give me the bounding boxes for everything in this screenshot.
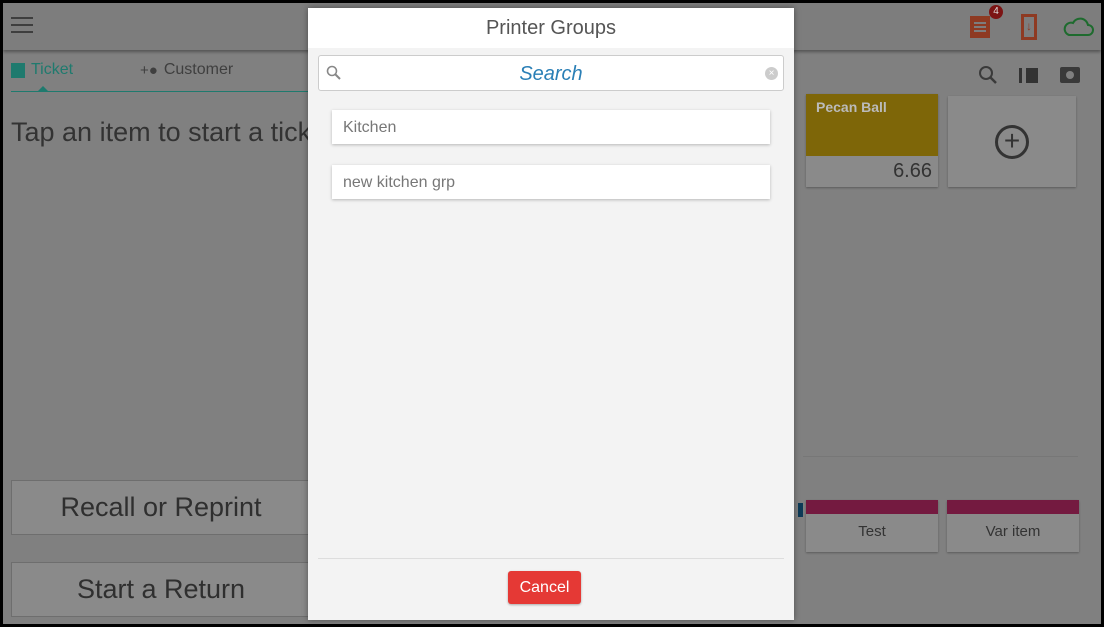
item-tile-test[interactable]: Test: [806, 500, 938, 552]
camera-icon[interactable]: [1060, 67, 1080, 83]
cloud-icon[interactable]: [1062, 17, 1094, 37]
tab-customer[interactable]: +● Customer: [140, 61, 233, 79]
tab-label: Ticket: [31, 61, 74, 78]
plus-icon: +: [995, 125, 1029, 159]
recall-reprint-button[interactable]: Recall or Reprint: [11, 480, 311, 535]
divider: [318, 558, 784, 559]
item-price: 6.66: [893, 160, 932, 182]
barcode-icon[interactable]: [1019, 68, 1038, 83]
search-placeholder: Search: [519, 63, 583, 85]
active-tab-indicator: [37, 86, 49, 92]
download-icon[interactable]: ↓: [1021, 14, 1037, 40]
empty-ticket-hint: Tap an item to start a ticket: [11, 117, 334, 147]
tickets-icon[interactable]: [970, 16, 990, 38]
search-input[interactable]: Search ×: [318, 55, 784, 91]
start-return-button[interactable]: Start a Return: [11, 562, 311, 617]
clear-search-icon[interactable]: ×: [765, 67, 778, 80]
menu-icon[interactable]: [11, 17, 33, 35]
tab-underline: [11, 91, 311, 92]
item-name: Test: [858, 523, 886, 540]
ticket-icon: [11, 62, 25, 78]
pos-app: 4 ↓ Ticket +● Customer Tap an item to st…: [3, 3, 1101, 624]
divider: [803, 456, 1078, 457]
tab-ticket[interactable]: Ticket: [11, 61, 73, 79]
item-name: Var item: [985, 523, 1041, 540]
printer-groups-dialog: Printer Groups Search × Kitchen new kitc…: [308, 8, 794, 620]
item-tile-pecan-ball[interactable]: Pecan Ball 6.66: [806, 94, 938, 187]
cancel-button[interactable]: Cancel: [508, 571, 581, 604]
printer-group-item[interactable]: new kitchen grp: [332, 165, 770, 199]
add-person-icon: +●: [140, 61, 158, 79]
ticket-count-badge: 4: [989, 5, 1003, 19]
dialog-title: Printer Groups: [308, 8, 794, 48]
item-tile-var-item[interactable]: Var item: [947, 500, 1079, 552]
item-name: Pecan Ball: [806, 94, 938, 156]
printer-group-item[interactable]: Kitchen: [332, 110, 770, 144]
tab-label: Customer: [163, 61, 234, 78]
item-tile-partial[interactable]: [798, 503, 803, 517]
search-icon[interactable]: [978, 65, 998, 85]
add-item-button[interactable]: +: [948, 96, 1076, 187]
